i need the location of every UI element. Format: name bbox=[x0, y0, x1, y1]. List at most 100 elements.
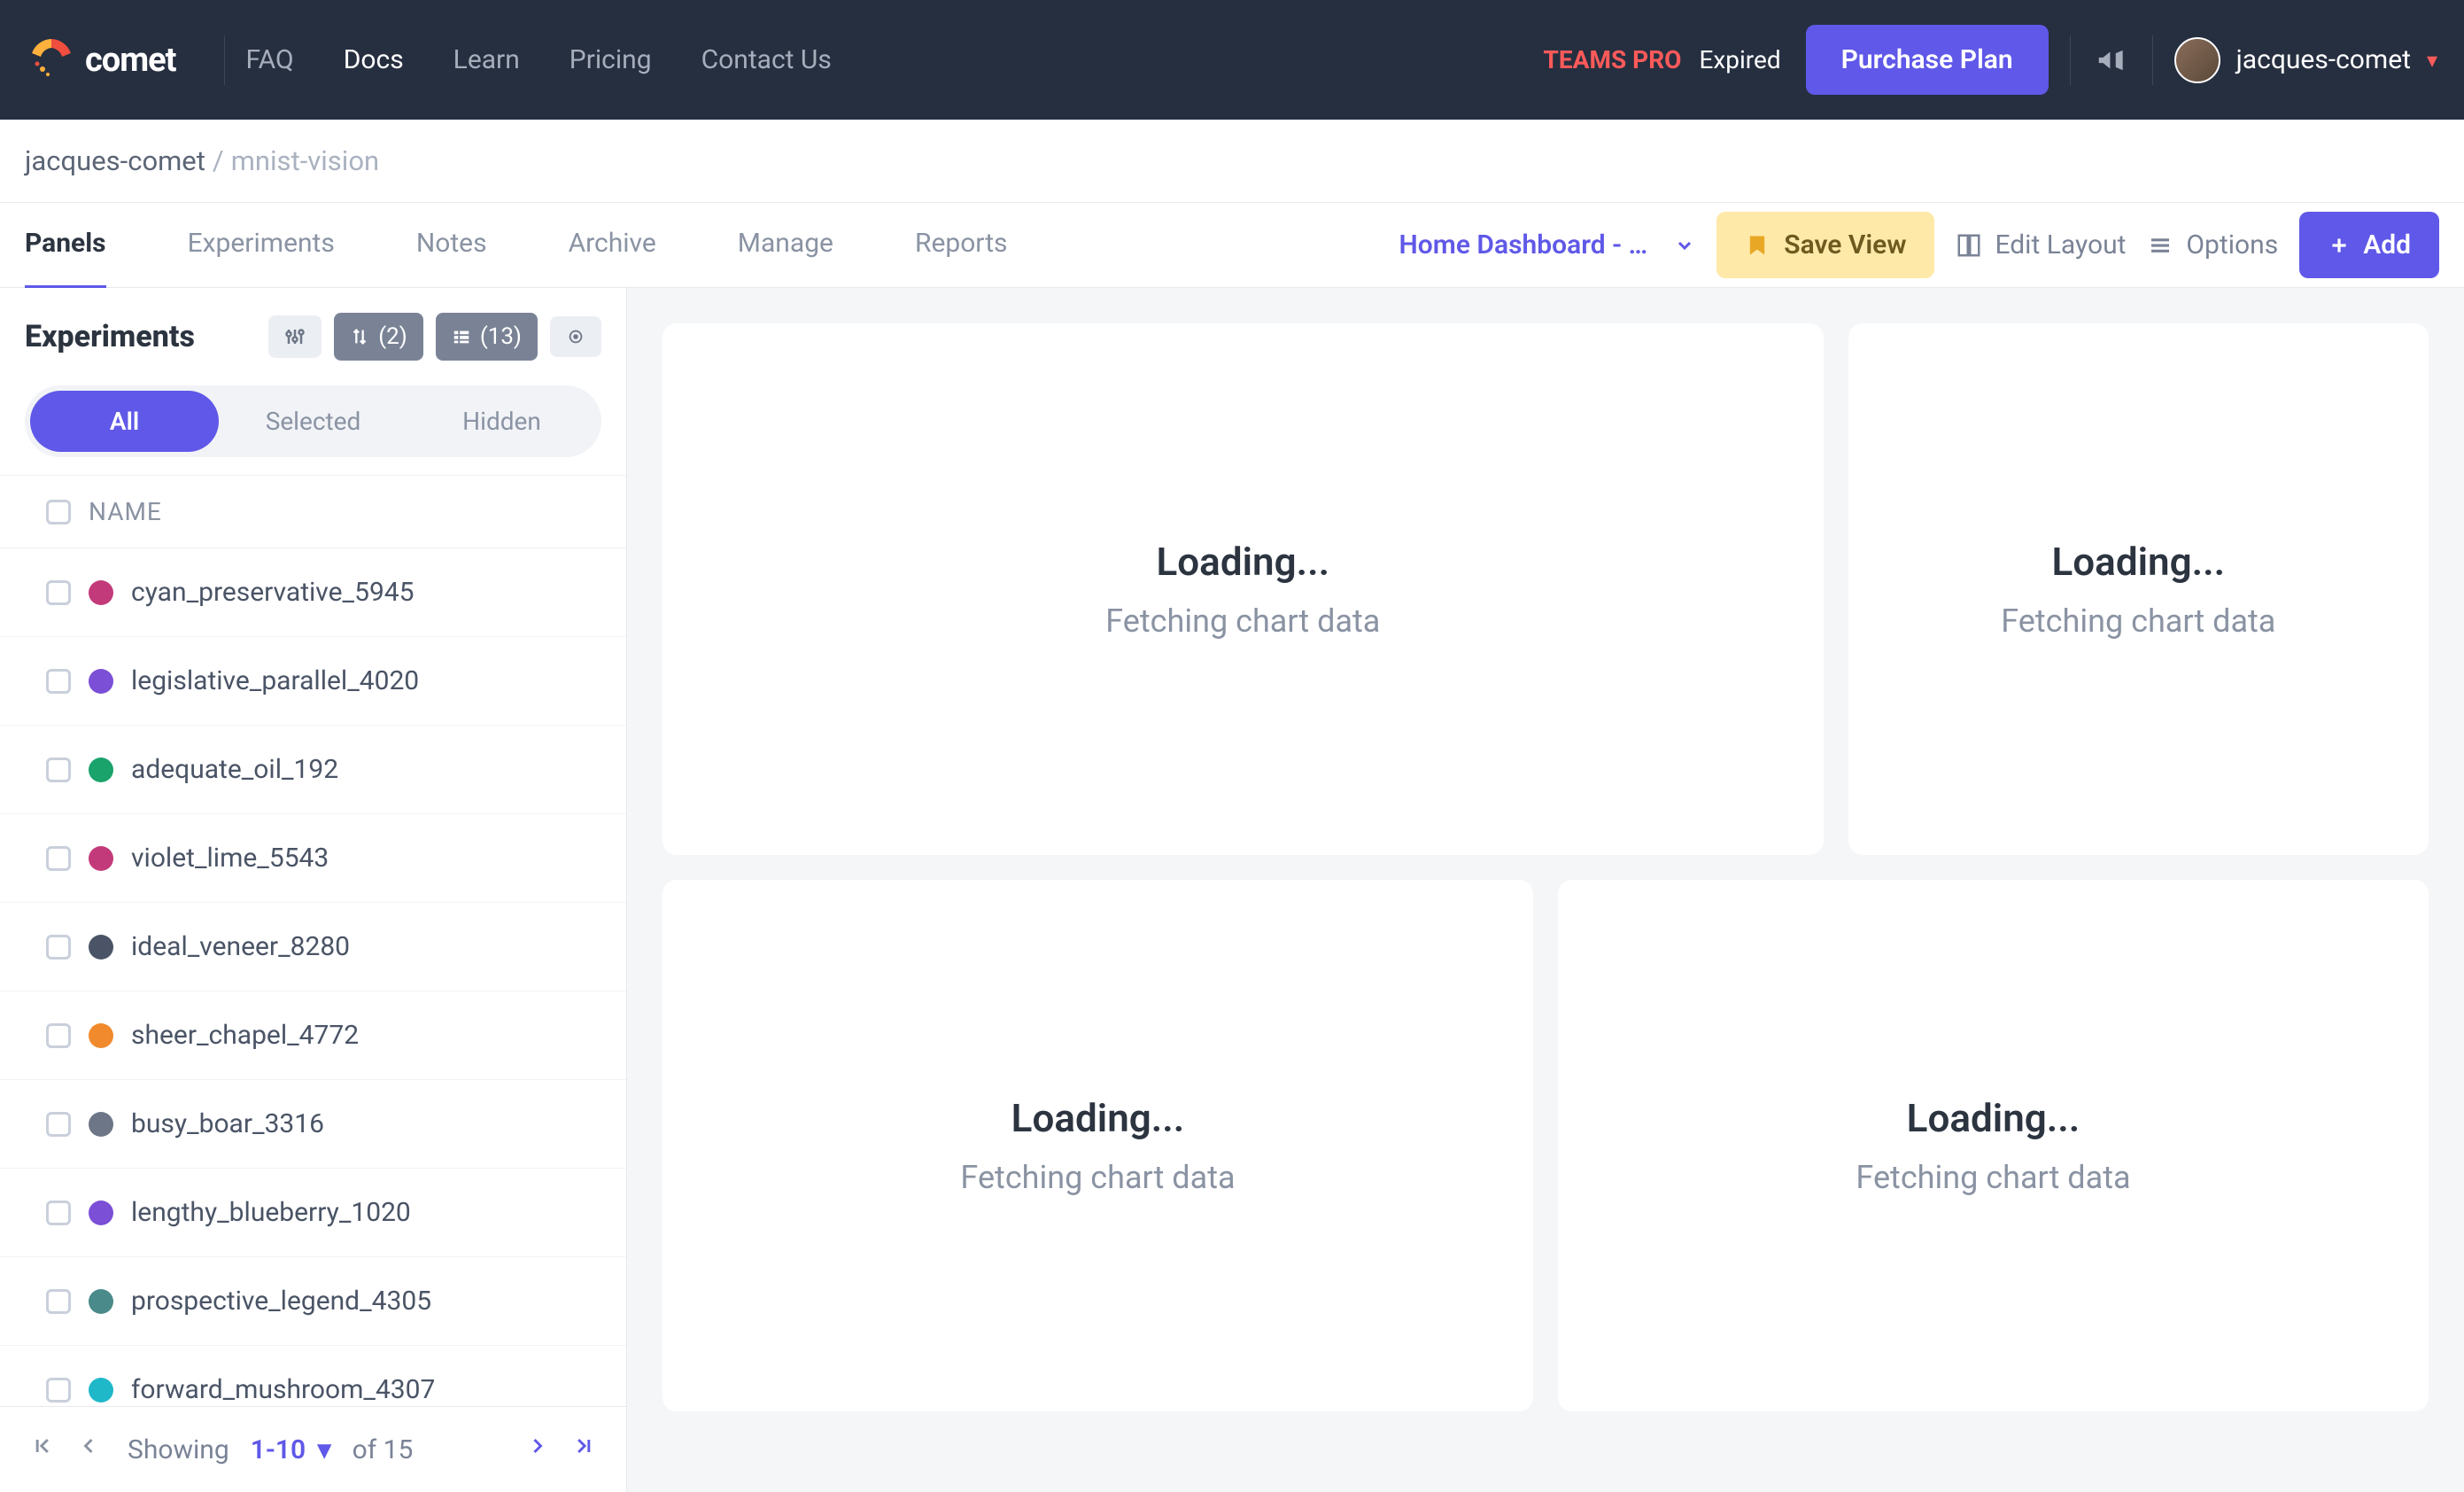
sort-chip[interactable]: (2) bbox=[334, 313, 423, 361]
subnav-tabs: Panels Experiments Notes Archive Manage … bbox=[25, 201, 1008, 290]
pager-left-icons bbox=[25, 1428, 106, 1471]
loading-title: Loading... bbox=[1011, 1095, 1185, 1141]
nav-learn[interactable]: Learn bbox=[453, 44, 520, 75]
next-page-icon[interactable] bbox=[520, 1428, 555, 1471]
sub-nav: Panels Experiments Notes Archive Manage … bbox=[0, 203, 2464, 288]
options-label: Options bbox=[2186, 229, 2278, 260]
row-checkbox[interactable] bbox=[46, 1112, 71, 1137]
table-row[interactable]: lengthy_blueberry_1020 bbox=[0, 1169, 626, 1257]
table-row[interactable]: legislative_parallel_4020 bbox=[0, 637, 626, 726]
loading-sub: Fetching chart data bbox=[1105, 602, 1380, 640]
pager: Showing 1-10 ▾ of 15 bbox=[0, 1406, 626, 1492]
prev-page-icon[interactable] bbox=[71, 1428, 106, 1471]
experiment-list: cyan_preservative_5945 legislative_parall… bbox=[0, 548, 626, 1406]
row-name: sheer_chapel_4772 bbox=[131, 1020, 359, 1051]
table-row[interactable]: sheer_chapel_4772 bbox=[0, 991, 626, 1080]
color-dot bbox=[89, 1112, 113, 1137]
dashboard-select[interactable]: Home Dashboard - … bbox=[1399, 229, 1696, 260]
sidebar-head: Experiments (2) (13) bbox=[0, 288, 626, 385]
columns-chip[interactable]: (13) bbox=[436, 313, 538, 361]
user-menu[interactable]: jacques-comet ▾ bbox=[2174, 37, 2437, 83]
layout-icon bbox=[1956, 232, 1982, 259]
row-checkbox[interactable] bbox=[46, 669, 71, 694]
username-label: jacques-comet bbox=[2236, 44, 2411, 75]
chart-panel[interactable]: Loading... Fetching chart data bbox=[1558, 880, 2429, 1411]
tab-panels[interactable]: Panels bbox=[25, 201, 106, 290]
chart-panel[interactable]: Loading... Fetching chart data bbox=[1848, 323, 2429, 855]
last-page-icon[interactable] bbox=[566, 1428, 601, 1471]
seg-all[interactable]: All bbox=[30, 391, 219, 452]
nav-docs[interactable]: Docs bbox=[344, 44, 404, 75]
subnav-right: Home Dashboard - … Save View Edit Layout… bbox=[1399, 212, 2439, 278]
seg-selected[interactable]: Selected bbox=[219, 391, 407, 452]
announcement-icon[interactable] bbox=[2092, 41, 2131, 80]
row-checkbox[interactable] bbox=[46, 758, 71, 782]
tab-manage[interactable]: Manage bbox=[738, 201, 833, 290]
row-name: legislative_parallel_4020 bbox=[131, 665, 419, 696]
row-name: cyan_preservative_5945 bbox=[131, 577, 415, 608]
teams-pro-label: TEAMS PRO bbox=[1544, 45, 1682, 74]
row-name: lengthy_blueberry_1020 bbox=[131, 1197, 411, 1228]
range-label[interactable]: 1-10 ▾ bbox=[251, 1434, 331, 1465]
table-row[interactable]: busy_boar_3316 bbox=[0, 1080, 626, 1169]
row-checkbox[interactable] bbox=[46, 1378, 71, 1403]
color-dot bbox=[89, 1201, 113, 1225]
save-view-button[interactable]: Save View bbox=[1716, 212, 1934, 278]
edit-layout-button[interactable]: Edit Layout bbox=[1956, 229, 2126, 260]
filter-chip[interactable] bbox=[268, 315, 322, 358]
logo[interactable]: comet bbox=[27, 35, 176, 85]
row-checkbox[interactable] bbox=[46, 580, 71, 605]
purchase-plan-button[interactable]: Purchase Plan bbox=[1806, 25, 2049, 95]
loading-sub: Fetching chart data bbox=[1856, 1159, 2130, 1196]
select-all-checkbox[interactable] bbox=[46, 500, 71, 525]
row-checkbox[interactable] bbox=[46, 1023, 71, 1048]
main-area: Loading... Fetching chart data Loading..… bbox=[627, 288, 2464, 1492]
breadcrumb-sep: / bbox=[213, 144, 224, 177]
tab-archive[interactable]: Archive bbox=[569, 201, 656, 290]
sidebar-title: Experiments bbox=[25, 319, 195, 354]
nav-faq[interactable]: FAQ bbox=[246, 44, 294, 75]
row-checkbox[interactable] bbox=[46, 846, 71, 871]
columns-icon bbox=[452, 327, 471, 346]
row-checkbox[interactable] bbox=[46, 1289, 71, 1314]
chart-panel[interactable]: Loading... Fetching chart data bbox=[662, 880, 1533, 1411]
app-header: comet FAQ Docs Learn Pricing Contact Us … bbox=[0, 0, 2464, 120]
breadcrumb-project[interactable]: mnist-vision bbox=[231, 144, 379, 177]
table-row[interactable]: adequate_oil_192 bbox=[0, 726, 626, 814]
chart-panel[interactable]: Loading... Fetching chart data bbox=[662, 323, 1824, 855]
divider bbox=[224, 35, 225, 85]
add-label: Add bbox=[2363, 229, 2411, 260]
options-button[interactable]: Options bbox=[2147, 229, 2278, 260]
row-checkbox[interactable] bbox=[46, 935, 71, 960]
row-name: violet_lime_5543 bbox=[131, 843, 329, 874]
nav-pricing[interactable]: Pricing bbox=[570, 44, 652, 75]
tab-reports[interactable]: Reports bbox=[915, 201, 1008, 290]
color-dot bbox=[89, 1023, 113, 1048]
chevron-down-icon: ▾ bbox=[2427, 48, 2437, 73]
settings-chip[interactable] bbox=[550, 316, 601, 357]
tab-experiments[interactable]: Experiments bbox=[188, 201, 335, 290]
seg-hidden[interactable]: Hidden bbox=[407, 391, 596, 452]
color-dot bbox=[89, 935, 113, 960]
breadcrumb-user[interactable]: jacques-comet bbox=[25, 144, 205, 177]
logo-icon bbox=[27, 35, 76, 85]
caret-down-icon: ▾ bbox=[318, 1434, 331, 1465]
row-name: busy_boar_3316 bbox=[131, 1108, 324, 1139]
tab-notes[interactable]: Notes bbox=[416, 201, 487, 290]
first-page-icon[interactable] bbox=[25, 1428, 60, 1471]
color-dot bbox=[89, 846, 113, 871]
name-header: NAME bbox=[89, 497, 162, 526]
add-button[interactable]: Add bbox=[2299, 212, 2439, 278]
loading-sub: Fetching chart data bbox=[960, 1159, 1235, 1196]
divider bbox=[2152, 35, 2153, 85]
menu-icon bbox=[2147, 232, 2173, 259]
table-row[interactable]: cyan_preservative_5945 bbox=[0, 548, 626, 637]
segment-control: All Selected Hidden bbox=[25, 385, 601, 457]
table-row[interactable]: forward_mushroom_4307 bbox=[0, 1346, 626, 1406]
table-row[interactable]: prospective_legend_4305 bbox=[0, 1257, 626, 1346]
table-row[interactable]: violet_lime_5543 bbox=[0, 814, 626, 903]
bookmark-icon bbox=[1745, 233, 1770, 258]
row-checkbox[interactable] bbox=[46, 1201, 71, 1225]
table-row[interactable]: ideal_veneer_8280 bbox=[0, 903, 626, 991]
nav-contact[interactable]: Contact Us bbox=[701, 44, 832, 75]
